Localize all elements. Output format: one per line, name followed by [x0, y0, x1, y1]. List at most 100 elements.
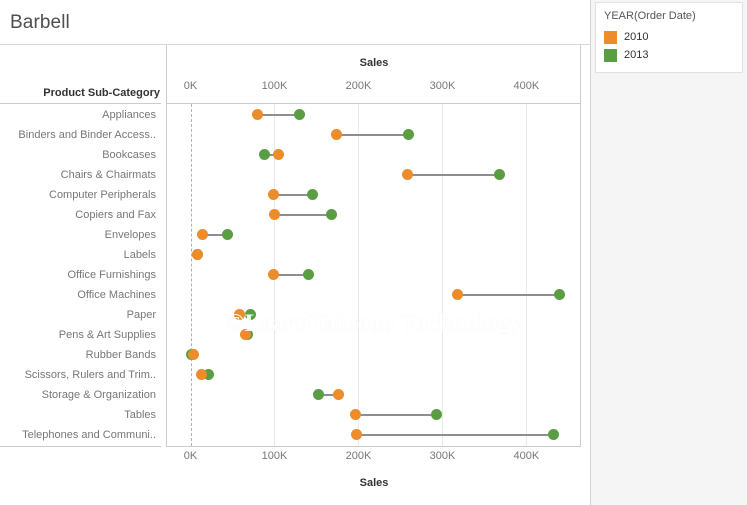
x-tick-label: 0K	[183, 450, 198, 462]
data-point-marker-2010[interactable]	[268, 269, 280, 280]
data-point-marker-2010[interactable]	[191, 249, 203, 260]
row-label[interactable]: Envelopes	[0, 225, 160, 245]
axis-title-top[interactable]: Sales	[167, 57, 581, 69]
legend-pane: YEAR(Order Date) 2010 2013	[591, 0, 747, 505]
data-point-marker-2010[interactable]	[233, 309, 245, 320]
barbell-row[interactable]	[167, 265, 581, 285]
row-label[interactable]: Scissors, Rulers and Trim..	[0, 365, 160, 385]
barbell-row[interactable]	[167, 385, 581, 405]
x-axis-ticks-top: 0K 100K 200K 300K 400K	[167, 80, 581, 96]
barbell-connector	[457, 294, 560, 296]
data-point-marker-2010[interactable]	[351, 429, 363, 440]
barbell-row[interactable]	[167, 285, 581, 305]
barbell-row[interactable]	[167, 405, 581, 425]
plot-area[interactable]	[167, 104, 581, 446]
row-label[interactable]: Tables	[0, 405, 160, 425]
row-label[interactable]: Office Machines	[0, 285, 160, 305]
data-point-marker-2010[interactable]	[331, 129, 343, 140]
x-tick-label: 400K	[513, 80, 540, 92]
row-label[interactable]: Storage & Organization	[0, 385, 160, 405]
barbell-row[interactable]	[167, 145, 581, 165]
x-tick-label: 300K	[429, 450, 456, 462]
legend-item[interactable]: 2010	[604, 28, 734, 46]
footer-rule-right	[167, 446, 581, 447]
x-tick-label: 100K	[261, 450, 288, 462]
data-point-marker-2013[interactable]	[221, 229, 233, 240]
data-point-marker-2013[interactable]	[553, 289, 565, 300]
data-point-marker-2010[interactable]	[196, 229, 208, 240]
data-point-marker-2013[interactable]	[258, 149, 270, 160]
barbell-row[interactable]	[167, 365, 581, 385]
data-point-marker-2013[interactable]	[326, 209, 338, 220]
worksheet-title-bar: Barbell	[0, 0, 591, 42]
row-label[interactable]: Appliances	[0, 105, 160, 125]
barbell-row[interactable]	[167, 125, 581, 145]
barbell-row[interactable]	[167, 165, 581, 185]
row-label[interactable]: Pens & Art Supplies	[0, 325, 160, 345]
data-point-marker-2010[interactable]	[252, 109, 264, 120]
row-label[interactable]: Telephones and Communi..	[0, 425, 160, 445]
data-point-marker-2013[interactable]	[431, 409, 443, 420]
data-point-marker-2013[interactable]	[313, 389, 325, 400]
data-point-marker-2010[interactable]	[273, 149, 285, 160]
data-point-marker-2013[interactable]	[245, 309, 257, 320]
data-point-marker-2013[interactable]	[547, 429, 559, 440]
data-point-marker-2010[interactable]	[268, 209, 280, 220]
barbell-connector	[356, 434, 554, 436]
worksheet-pane: Barbell Sales 0K 100K 200K 300K 400K Product…	[0, 0, 591, 505]
page-title: Barbell	[10, 12, 70, 33]
barbell-row[interactable]	[167, 185, 581, 205]
barbell-row[interactable]	[167, 245, 581, 265]
legend-item-label: 2013	[624, 49, 649, 61]
x-tick-label: 0K	[183, 80, 198, 92]
legend-swatch-icon	[604, 48, 617, 62]
row-label[interactable]: Computer Peripherals	[0, 185, 160, 205]
row-label[interactable]: Binders and Binder Access..	[0, 125, 160, 145]
header-rule-left	[0, 103, 161, 104]
data-point-marker-2013[interactable]	[294, 109, 306, 120]
x-tick-label: 300K	[429, 80, 456, 92]
barbell-row[interactable]	[167, 425, 581, 445]
footer-rule-left	[0, 446, 161, 447]
barbell-row[interactable]	[167, 325, 581, 345]
data-point-marker-2010[interactable]	[188, 349, 200, 360]
row-label[interactable]: Chairs & Chairmats	[0, 165, 160, 185]
row-label[interactable]: Office Furnishings	[0, 265, 160, 285]
row-label[interactable]: Copiers and Fax	[0, 205, 160, 225]
data-point-marker-2013[interactable]	[403, 129, 415, 140]
barbell-connector	[274, 214, 332, 216]
legend-items: 2010 2013	[604, 28, 734, 64]
legend-title: YEAR(Order Date)	[604, 10, 696, 22]
barbell-row[interactable]	[167, 205, 581, 225]
barbell-row[interactable]	[167, 345, 581, 365]
legend-item[interactable]: 2013	[604, 46, 734, 64]
barbell-row[interactable]	[167, 305, 581, 325]
data-point-marker-2010[interactable]	[268, 189, 280, 200]
row-field-header[interactable]: Product Sub-Category	[0, 87, 160, 99]
data-point-marker-2010[interactable]	[401, 169, 413, 180]
barbell-row[interactable]	[167, 225, 581, 245]
row-label[interactable]: Bookcases	[0, 145, 160, 165]
row-label[interactable]: Rubber Bands	[0, 345, 160, 365]
data-point-marker-2010[interactable]	[239, 329, 251, 340]
data-point-marker-2010[interactable]	[349, 409, 361, 420]
legend-card[interactable]: YEAR(Order Date) 2010 2013	[595, 2, 743, 73]
axis-title-bottom[interactable]: Sales	[167, 477, 581, 489]
barbell-connector	[407, 174, 500, 176]
legend-swatch-icon	[604, 30, 617, 44]
tableau-viz-root: Barbell Sales 0K 100K 200K 300K 400K Product…	[0, 0, 747, 505]
data-point-marker-2010[interactable]	[195, 369, 207, 380]
data-point-marker-2010[interactable]	[332, 389, 344, 400]
row-header-labels: Appliances Binders and Binder Access.. Boo…	[0, 105, 160, 445]
data-point-marker-2013[interactable]	[306, 189, 318, 200]
x-tick-label: 200K	[345, 450, 372, 462]
title-divider	[0, 44, 591, 45]
x-tick-label: 100K	[261, 80, 288, 92]
data-point-marker-2013[interactable]	[302, 269, 314, 280]
barbell-row[interactable]	[167, 105, 581, 125]
barbell-connector	[336, 134, 409, 136]
row-label[interactable]: Labels	[0, 245, 160, 265]
data-point-marker-2010[interactable]	[452, 289, 464, 300]
data-point-marker-2013[interactable]	[494, 169, 506, 180]
row-label[interactable]: Paper	[0, 305, 160, 325]
